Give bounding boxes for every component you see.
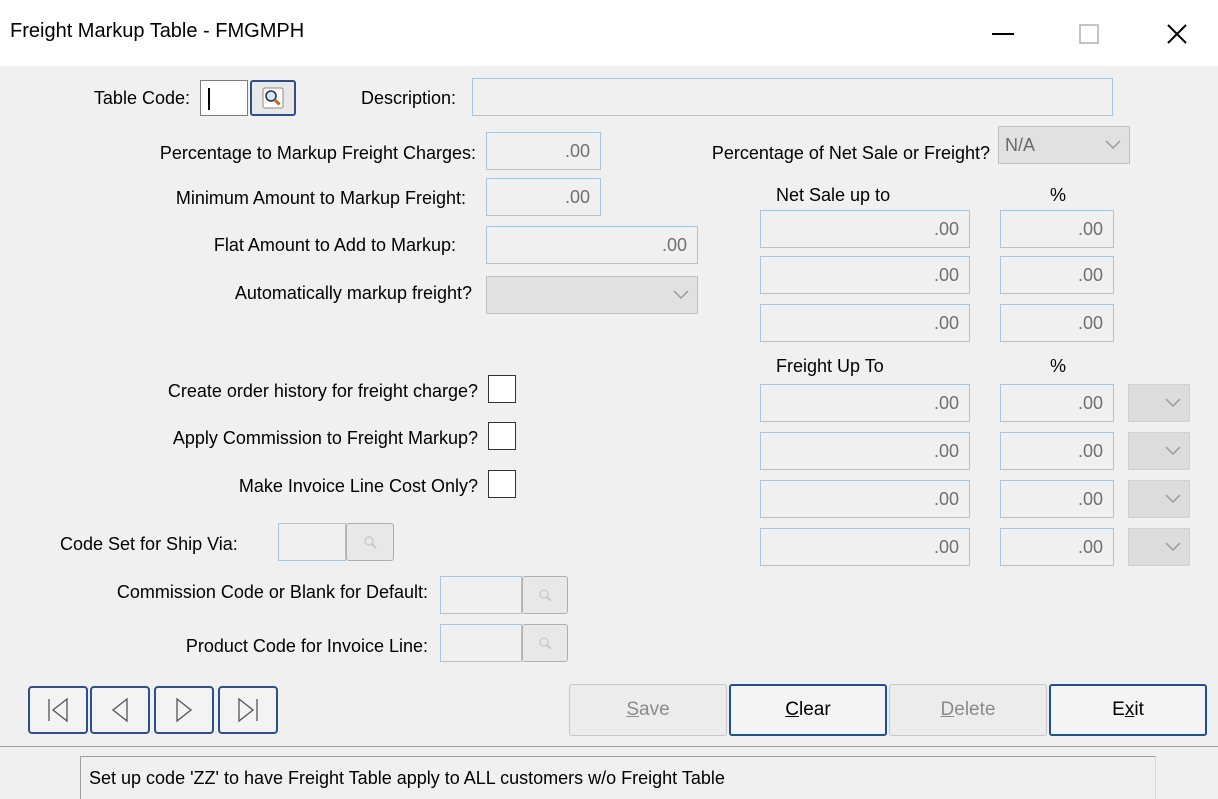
commission-code-lookup-button[interactable]: [522, 576, 568, 614]
chevron-down-icon: [1165, 398, 1181, 408]
table-code-label: Table Code:: [93, 88, 190, 108]
code-set-lookup-button[interactable]: [346, 523, 394, 561]
pct-net-sale-label: Percentage of Net Sale or Freight?: [711, 143, 990, 163]
save-label-rest: ave: [639, 699, 670, 720]
freight-amount-4[interactable]: .00: [760, 528, 970, 566]
freight-type-select-3[interactable]: [1128, 480, 1190, 518]
chevron-down-icon: [1165, 446, 1181, 456]
freight-type-select-2[interactable]: [1128, 432, 1190, 470]
flat-amount-label: Flat Amount to Add to Markup:: [213, 235, 456, 255]
chevron-down-icon: [673, 290, 689, 300]
next-icon: [176, 697, 193, 723]
create-history-checkbox[interactable]: [488, 375, 516, 403]
minimize-button[interactable]: [978, 12, 1028, 56]
first-record-button[interactable]: [28, 686, 88, 734]
freight-type-select-1[interactable]: [1128, 384, 1190, 422]
last-record-button[interactable]: [218, 686, 278, 734]
description-label: Description:: [360, 88, 456, 108]
delete-button[interactable]: Delete: [889, 684, 1047, 736]
search-icon: [262, 87, 284, 109]
invoice-cost-only-checkbox[interactable]: [488, 470, 516, 498]
next-record-button[interactable]: [154, 686, 214, 734]
freight-amount-3[interactable]: .00: [760, 480, 970, 518]
chevron-down-icon: [1165, 494, 1181, 504]
freight-pct-2[interactable]: .00: [1000, 432, 1114, 470]
first-icon: [48, 697, 68, 723]
exit-label-rest: it: [1134, 699, 1144, 720]
net-sale-amount-1[interactable]: .00: [760, 210, 970, 248]
text-cursor: [208, 88, 210, 110]
product-code-label: Product Code for Invoice Line:: [185, 636, 428, 656]
table-code-input[interactable]: [200, 80, 248, 116]
exit-button[interactable]: Ex it: [1049, 684, 1207, 736]
freight-amount-1[interactable]: .00: [760, 384, 970, 422]
pct-markup-input[interactable]: .00: [486, 132, 601, 170]
flat-amount-input[interactable]: .00: [486, 226, 698, 264]
chevron-down-icon: [1105, 140, 1121, 150]
search-icon: [364, 536, 377, 549]
maximize-button[interactable]: [1064, 12, 1114, 56]
description-input[interactable]: [472, 78, 1113, 116]
pct-markup-label: Percentage to Markup Freight Charges:: [159, 143, 476, 163]
freight-type-select-4[interactable]: [1128, 528, 1190, 566]
apply-commission-label: Apply Commission to Freight Markup?: [172, 428, 478, 448]
apply-commission-checkbox[interactable]: [488, 422, 516, 450]
last-icon: [238, 697, 258, 723]
search-icon: [539, 589, 552, 602]
product-code-input[interactable]: [440, 624, 522, 662]
previous-record-button[interactable]: [90, 686, 150, 734]
net-sale-header: Net Sale up to: [776, 185, 891, 205]
save-button[interactable]: Save: [569, 684, 727, 736]
save-mnemonic: S: [626, 699, 640, 720]
freight-pct-4[interactable]: .00: [1000, 528, 1114, 566]
invoice-cost-only-label: Make Invoice Line Cost Only?: [238, 476, 478, 496]
net-sale-pct-2[interactable]: .00: [1000, 256, 1114, 294]
code-set-label: Code Set for Ship Via:: [60, 534, 238, 554]
pct-net-sale-select[interactable]: N/A: [998, 126, 1130, 164]
status-message: Set up code 'ZZ' to have Freight Table a…: [80, 756, 1156, 799]
auto-markup-select[interactable]: [486, 276, 698, 314]
chevron-down-icon: [1165, 542, 1181, 552]
maximize-icon: [1079, 24, 1099, 44]
auto-markup-label: Automatically markup freight?: [234, 283, 472, 303]
net-sale-amount-3[interactable]: .00: [760, 304, 970, 342]
min-amount-input[interactable]: .00: [486, 178, 601, 216]
close-button[interactable]: [1152, 12, 1202, 56]
create-history-label: Create order history for freight charge?: [167, 381, 478, 401]
commission-code-label: Commission Code or Blank for Default:: [116, 582, 428, 602]
clear-button[interactable]: Clear: [729, 684, 887, 736]
commission-code-input[interactable]: [440, 576, 522, 614]
net-sale-amount-2[interactable]: .00: [760, 256, 970, 294]
exit-label-start: E: [1112, 699, 1125, 720]
product-code-lookup-button[interactable]: [522, 624, 568, 662]
code-set-input[interactable]: [278, 523, 346, 561]
clear-label-rest: lear: [799, 699, 831, 720]
exit-mnemonic: x: [1124, 699, 1135, 720]
freight-pct-3[interactable]: .00: [1000, 480, 1114, 518]
window-title: Freight Markup Table - FMGMPH: [10, 20, 305, 42]
pct-net-sale-value: N/A: [1005, 134, 1036, 155]
clear-mnemonic: C: [785, 699, 800, 720]
search-icon: [539, 637, 552, 650]
freight-amount-2[interactable]: .00: [760, 432, 970, 470]
net-sale-pct-3[interactable]: .00: [1000, 304, 1114, 342]
previous-icon: [111, 697, 128, 723]
min-amount-label: Minimum Amount to Markup Freight:: [175, 188, 466, 208]
delete-label-rest: elete: [954, 699, 996, 720]
freight-pct-header: %: [1050, 356, 1067, 376]
freight-header: Freight Up To: [776, 356, 884, 376]
net-sale-pct-1[interactable]: .00: [1000, 210, 1114, 248]
close-icon: [1167, 24, 1187, 44]
delete-mnemonic: D: [940, 699, 955, 720]
freight-pct-1[interactable]: .00: [1000, 384, 1114, 422]
table-code-lookup-button[interactable]: [250, 80, 296, 116]
net-sale-pct-header: %: [1050, 185, 1067, 205]
minimize-icon: [992, 33, 1014, 35]
